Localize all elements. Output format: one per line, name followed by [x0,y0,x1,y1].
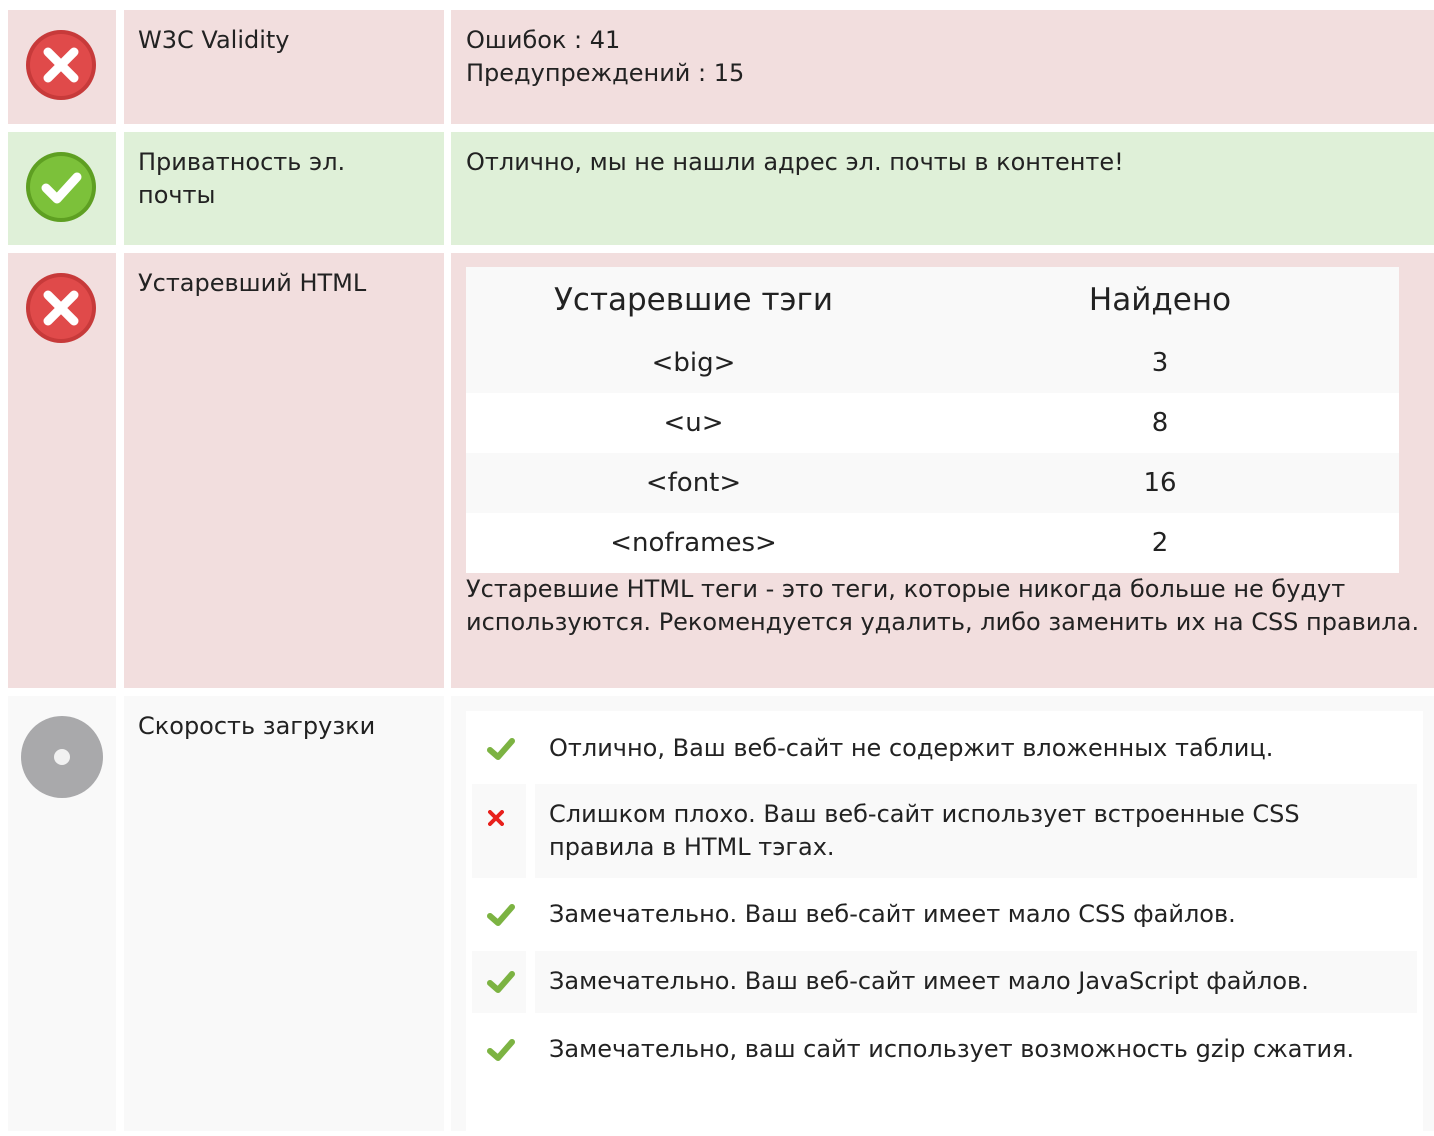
neutral-status-icon [21,716,103,798]
list-item-text: Замечательно. Ваш веб-сайт имеет мало Ja… [535,951,1417,1013]
error-icon [24,271,98,345]
list-item-text: Замечательно, ваш сайт использует возмож… [549,1035,1355,1063]
check-icon [487,971,515,993]
list-item-text: Слишком плохо. Ваш веб-сайт использует в… [535,784,1417,878]
count-cell: 2 [921,513,1399,573]
row-deprecated-html: Устаревший HTML Устаревшие тэги Найдено … [8,253,1434,688]
error-count: Ошибок : 41 [466,26,621,54]
list-item: Замечательно. Ваш веб-сайт имеет мало CS… [472,884,1417,946]
check-icon [487,738,515,760]
row-content: Отлично, Ваш веб-сайт не содержит вложен… [451,696,1434,1136]
count-cell: 3 [921,333,1399,393]
check-icon [487,1039,515,1061]
row-label: W3C Validity [124,10,444,124]
deprecated-note: Устаревшие HTML теги - это теги, которые… [466,575,1420,636]
row-content: Устаревшие тэги Найдено <big> 3 <u> 8 <f… [451,253,1434,688]
list-item: Замечательно. Ваш веб-сайт имеет мало Ja… [472,951,1417,1013]
status-cell [8,253,116,688]
list-item: Отлично, Ваш веб-сайт не содержит вложен… [472,718,1417,784]
deprecated-tags-table: Устаревшие тэги Найдено <big> 3 <u> 8 <f… [466,267,1399,573]
status-cell [8,696,116,1131]
row-label: Приватность эл. почты [124,132,444,245]
tag-cell: <u> [466,393,921,453]
row-email-privacy: Приватность эл. почты Отлично, мы не наш… [8,132,1434,245]
list-item: Слишком плохо. Ваш веб-сайт использует в… [472,784,1417,878]
table-header-row: Устаревшие тэги Найдено [466,267,1399,333]
check-icon [487,904,515,926]
column-header-found: Найдено [921,267,1399,333]
check-circle-icon [24,150,98,224]
tag-cell: <big> [466,333,921,393]
column-header-tags: Устаревшие тэги [466,267,921,333]
table-row: <u> 8 [466,393,1399,453]
tag-cell: <font> [466,453,921,513]
table-row: <big> 3 [466,333,1399,393]
speed-checklist: Отлично, Ваш веб-сайт не содержит вложен… [466,711,1423,1136]
row-content: Отлично, мы не нашли адрес эл. почты в к… [451,132,1434,245]
table-row: <noframes> 2 [466,513,1399,573]
status-cell [8,132,116,245]
cross-icon [488,810,504,826]
row-label: Скорость загрузки [124,696,444,1131]
tag-cell: <noframes> [466,513,921,573]
count-cell: 8 [921,393,1399,453]
list-item-text: Замечательно. Ваш веб-сайт имеет мало CS… [549,900,1236,928]
table-row: <font> 16 [466,453,1399,513]
warning-count: Предупреждений : 15 [466,59,745,87]
list-item: Замечательно, ваш сайт использует возмож… [472,1019,1417,1115]
count-cell: 16 [921,453,1399,513]
row-w3c-validity: W3C Validity Ошибок : 41 Предупреждений … [8,10,1434,124]
error-icon [24,28,98,102]
status-cell [8,10,116,124]
row-content: Ошибок : 41 Предупреждений : 15 [451,10,1434,124]
list-item-text: Отлично, Ваш веб-сайт не содержит вложен… [549,734,1274,762]
row-label: Устаревший HTML [124,253,444,688]
row-load-speed: Скорость загрузки Отлично, Ваш веб-сайт … [8,696,1434,1136]
